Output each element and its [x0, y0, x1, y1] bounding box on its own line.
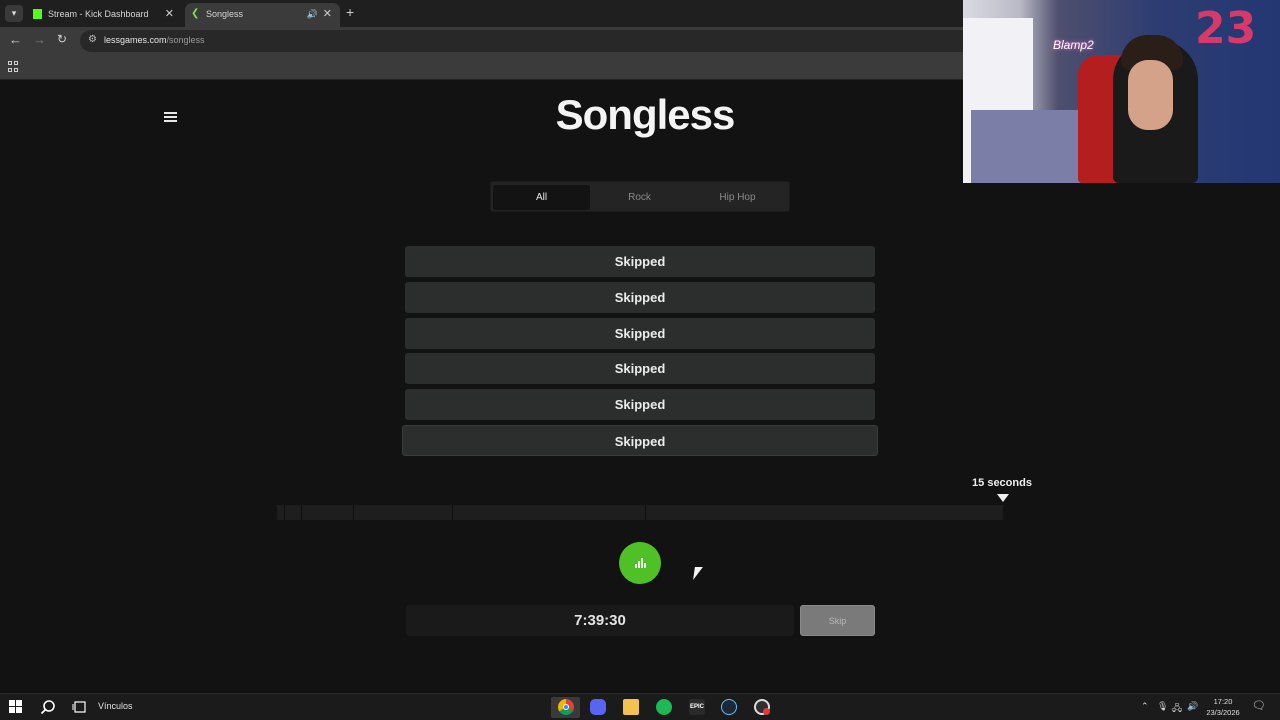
play-button[interactable] [619, 542, 661, 584]
next-song-timer: 7:39:30 [406, 605, 794, 636]
microphone-icon[interactable]: 🎙 [1157, 701, 1168, 712]
songless-icon: ❮ [191, 8, 200, 19]
guess-row: Skipped [405, 282, 875, 313]
guess-row: Skipped [405, 318, 875, 349]
audio-bars-icon [635, 557, 646, 568]
audio-playing-icon[interactable]: 🔊 [307, 3, 318, 25]
skip-button[interactable]: Skip [800, 605, 875, 636]
notifications-icon[interactable]: 🗨 [1252, 699, 1266, 712]
tab-title: Songless [206, 9, 244, 19]
clock-time: 17:20 [1213, 697, 1233, 706]
close-icon[interactable]: ✕ [165, 3, 174, 25]
obs-icon[interactable] [754, 699, 770, 715]
webcam-overlay: Blamp2 23 [963, 0, 1280, 183]
tab-all[interactable]: All [493, 185, 590, 210]
windows-start-icon[interactable] [9, 700, 22, 713]
tab-kick-dashboard[interactable]: Stream - Kick Dashboard ✕ [27, 3, 182, 27]
file-explorer-icon[interactable] [623, 699, 639, 715]
address-bar[interactable]: ⚙ lessgames.com/songless [80, 30, 980, 52]
genre-tabs: All Rock Hip Hop [490, 181, 790, 212]
tab-hip-hop[interactable]: Hip Hop [689, 185, 786, 210]
volume-icon[interactable]: 🔊 [1187, 701, 1198, 712]
tab-songless[interactable]: ❮ Songless 🔊 ✕ [185, 3, 340, 27]
task-view-icon[interactable] [72, 699, 88, 715]
chrome-icon[interactable] [558, 699, 574, 715]
close-icon[interactable]: ✕ [323, 3, 332, 25]
steam-icon[interactable] [721, 699, 737, 715]
new-tab-button[interactable]: + [346, 4, 354, 20]
url-text: lessgames.com/songless [104, 35, 205, 45]
forward-icon[interactable]: → [33, 32, 46, 47]
search-icon[interactable] [40, 699, 56, 715]
site-info-icon[interactable]: ⚙ [88, 34, 97, 45]
back-icon[interactable]: ← [9, 32, 22, 47]
balloon-digits: 23 [1195, 3, 1257, 54]
guess-row: Skipped [402, 425, 878, 456]
neon-sign: Blamp2 [1053, 38, 1094, 52]
menu-icon[interactable] [164, 112, 177, 122]
tab-search-button[interactable]: ▾ [5, 5, 23, 22]
guess-row: Skipped [405, 389, 875, 420]
spotify-icon[interactable] [656, 699, 672, 715]
show-hidden-icons-icon[interactable]: ⌃ [1141, 701, 1149, 712]
taskbar-search-text[interactable]: Vínculos [98, 701, 133, 711]
streamer-face [1128, 60, 1173, 130]
page-title: Songless [555, 91, 736, 138]
mouse-cursor-icon [693, 567, 703, 580]
kick-icon [33, 9, 42, 19]
taskbar-clock[interactable]: 17:20 23/3/2026 [1198, 696, 1248, 718]
tab-title: Stream - Kick Dashboard [48, 9, 149, 19]
seconds-label: 15 seconds [972, 477, 1032, 489]
epic-games-icon[interactable]: EPIC [689, 699, 705, 715]
network-icon[interactable]: 🖧 [1172, 701, 1182, 717]
reload-icon[interactable]: ↻ [57, 32, 67, 46]
discord-icon[interactable] [590, 699, 606, 715]
tab-rock[interactable]: Rock [591, 185, 688, 210]
guess-row: Skipped [405, 353, 875, 384]
apps-grid-icon[interactable] [8, 61, 19, 72]
windows-taskbar: Vínculos EPIC ⌃ 🎙 🖧 🔊 17:20 23/3/2026 🗨 [0, 693, 1280, 720]
guess-row: Skipped [405, 246, 875, 277]
clock-date: 23/3/2026 [1206, 708, 1240, 717]
timeline-marker-icon [997, 494, 1009, 502]
audio-timeline[interactable] [277, 505, 1003, 520]
